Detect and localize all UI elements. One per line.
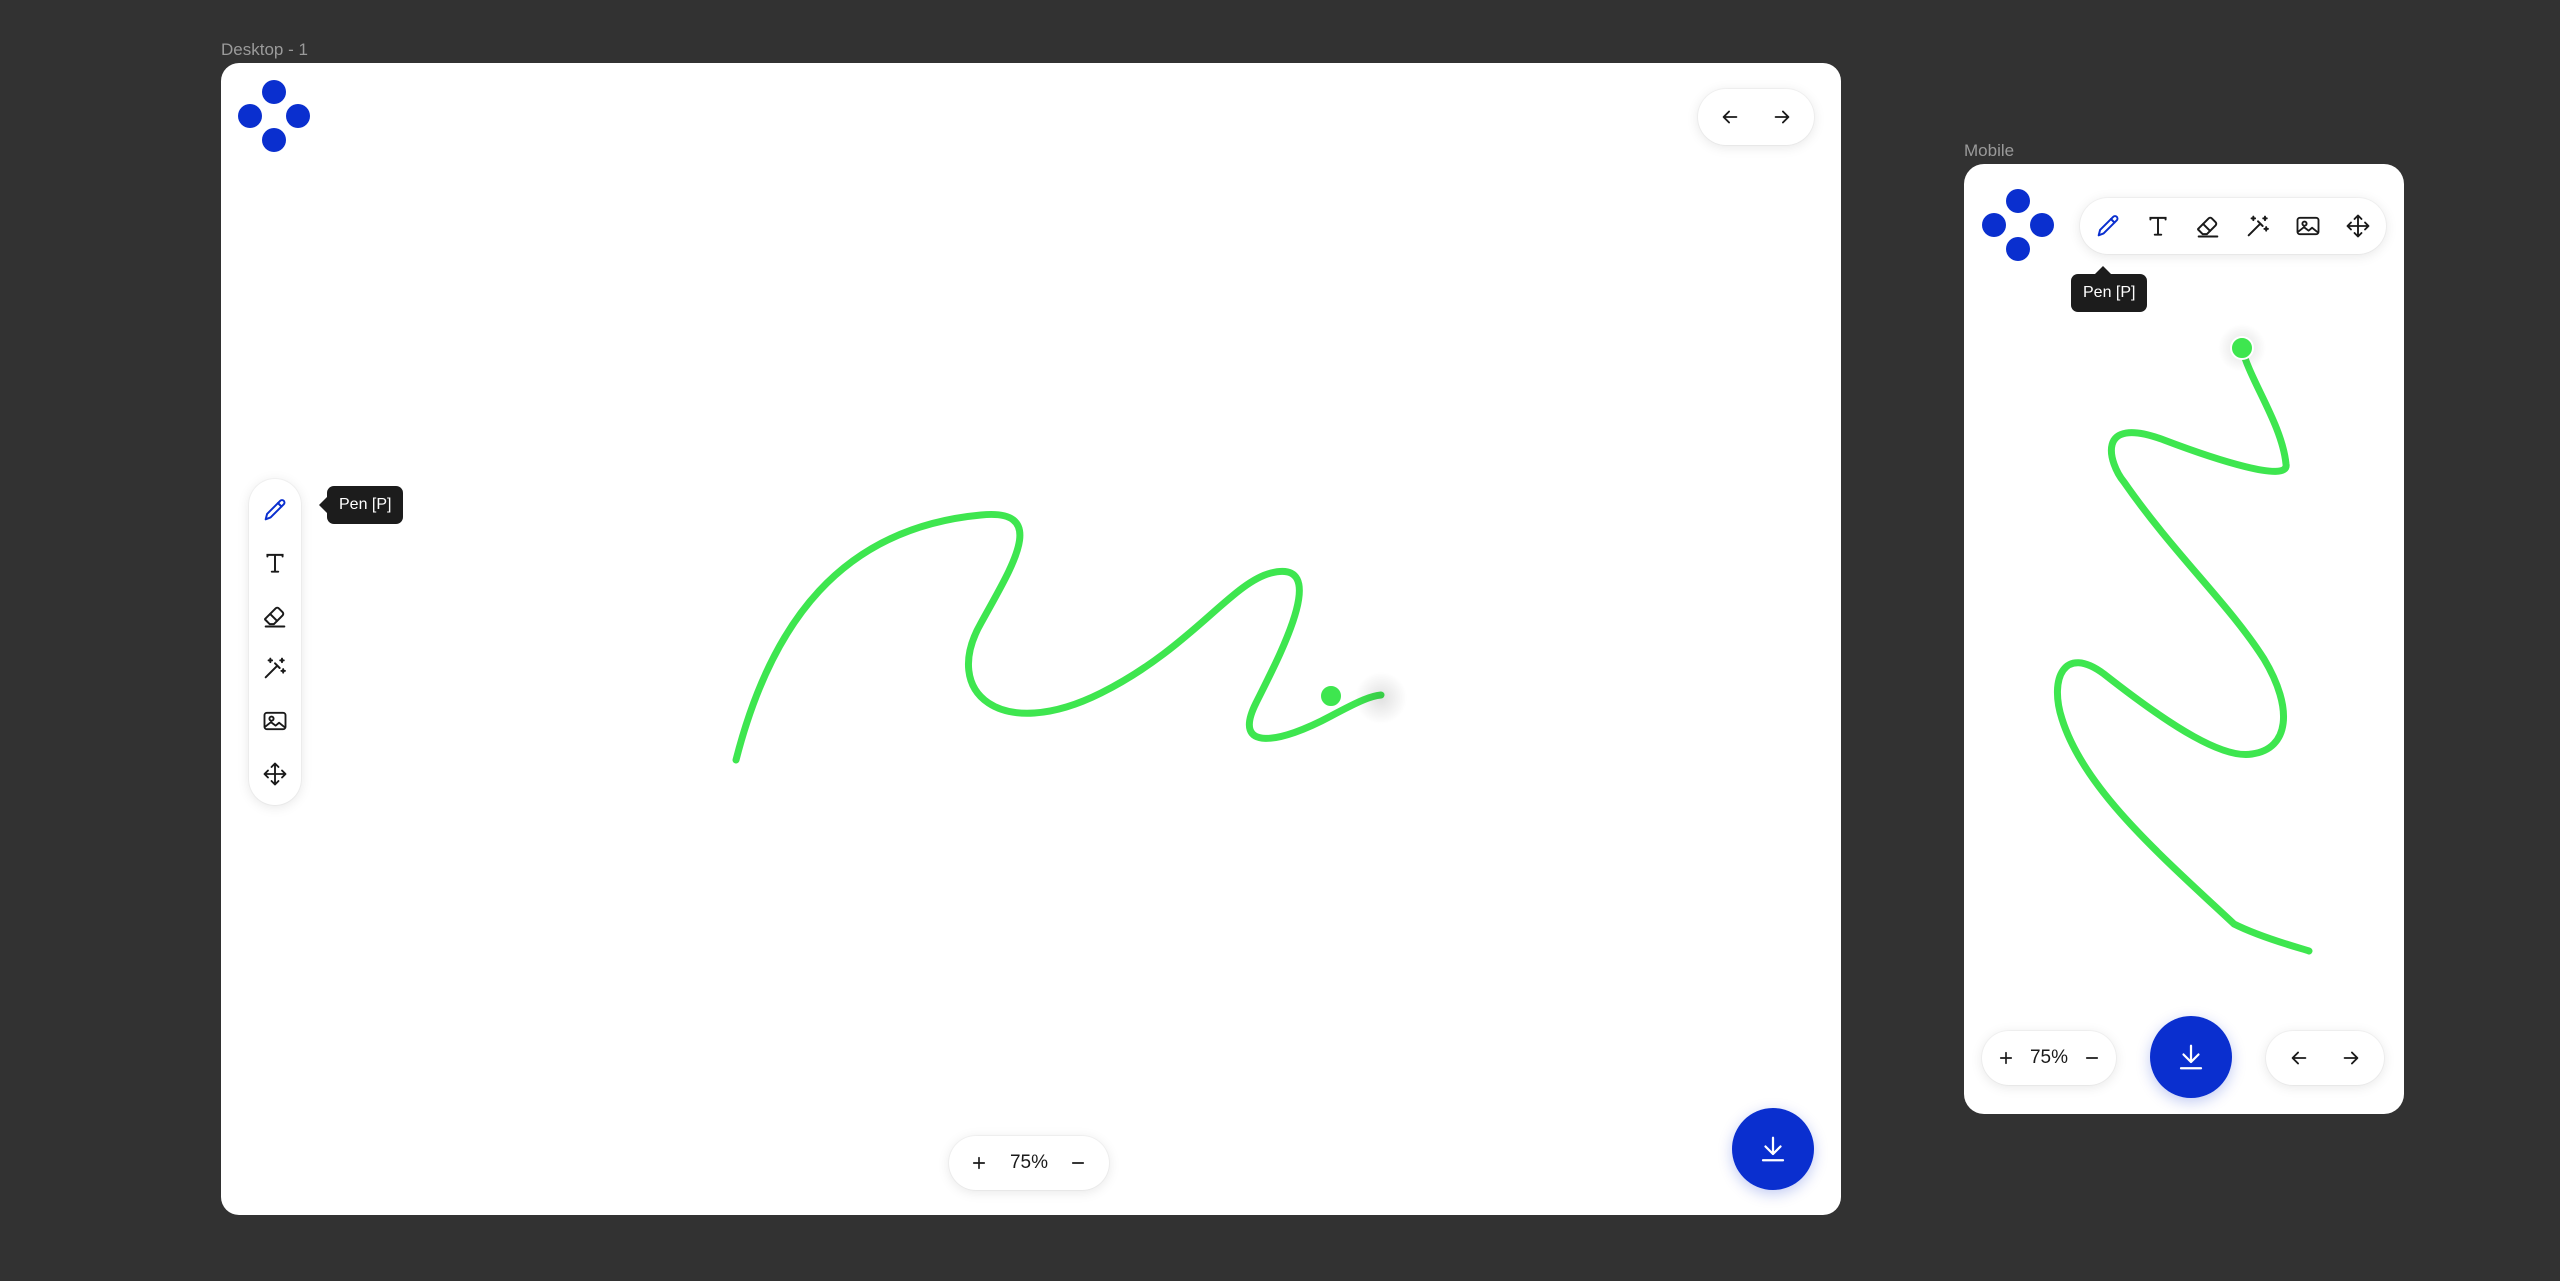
history-nav [1698, 89, 1814, 145]
arrow-left-icon[interactable] [2280, 1039, 2318, 1077]
minus-icon[interactable] [2078, 1044, 2106, 1072]
mobile-frame-label: Mobile [1964, 141, 2015, 160]
pen-cursor [1319, 684, 1343, 708]
history-nav [2266, 1031, 2384, 1085]
plus-icon[interactable] [1992, 1044, 2020, 1072]
mobile-artboard[interactable]: Pen [P] 75% [1964, 164, 2404, 1114]
pen-tooltip: Pen [P] [2071, 266, 2148, 312]
text-icon[interactable] [2136, 204, 2180, 248]
arrow-right-icon[interactable] [1762, 97, 1802, 137]
cursor-glow [1355, 672, 1407, 724]
eraser-icon[interactable] [2186, 204, 2230, 248]
download-icon [2176, 1042, 2206, 1072]
magic-wand-icon[interactable] [253, 646, 297, 690]
pen-stroke[interactable] [2053, 344, 2313, 955]
tool-toolbar [249, 479, 301, 805]
image-icon[interactable] [253, 699, 297, 743]
pen-stroke[interactable] [732, 510, 1385, 764]
tool-toolbar [2080, 198, 2386, 254]
logo-icon[interactable] [238, 80, 310, 152]
drawing-canvas[interactable] [1964, 164, 2404, 1114]
minus-icon[interactable] [1062, 1147, 1094, 1179]
plus-icon[interactable] [963, 1147, 995, 1179]
download-button[interactable] [2150, 1016, 2232, 1098]
desktop-frame-label: Desktop - 1 [221, 40, 308, 59]
logo-icon[interactable] [1982, 189, 2054, 261]
arrow-right-icon[interactable] [2332, 1039, 2370, 1077]
zoom-control: 75% [1982, 1031, 2116, 1085]
pen-icon[interactable] [253, 488, 297, 532]
zoom-control: 75% [949, 1136, 1109, 1190]
desktop-artboard[interactable]: Pen [P] 75% [221, 63, 1841, 1215]
zoom-level: 75% [1009, 1152, 1048, 1173]
image-icon[interactable] [2286, 204, 2330, 248]
zoom-level: 75% [2029, 1047, 2068, 1068]
move-icon[interactable] [253, 752, 297, 796]
download-icon [1758, 1134, 1788, 1164]
arrow-left-icon[interactable] [1710, 97, 1750, 137]
magic-wand-icon[interactable] [2236, 204, 2280, 248]
move-icon[interactable] [2336, 204, 2380, 248]
download-button[interactable] [1732, 1108, 1814, 1190]
pen-tooltip: Pen [P] [318, 486, 404, 524]
pen-cursor [2230, 336, 2254, 360]
eraser-icon[interactable] [253, 594, 297, 638]
text-icon[interactable] [253, 541, 297, 585]
drawing-canvas[interactable] [221, 63, 1841, 1215]
pen-icon[interactable] [2086, 204, 2130, 248]
